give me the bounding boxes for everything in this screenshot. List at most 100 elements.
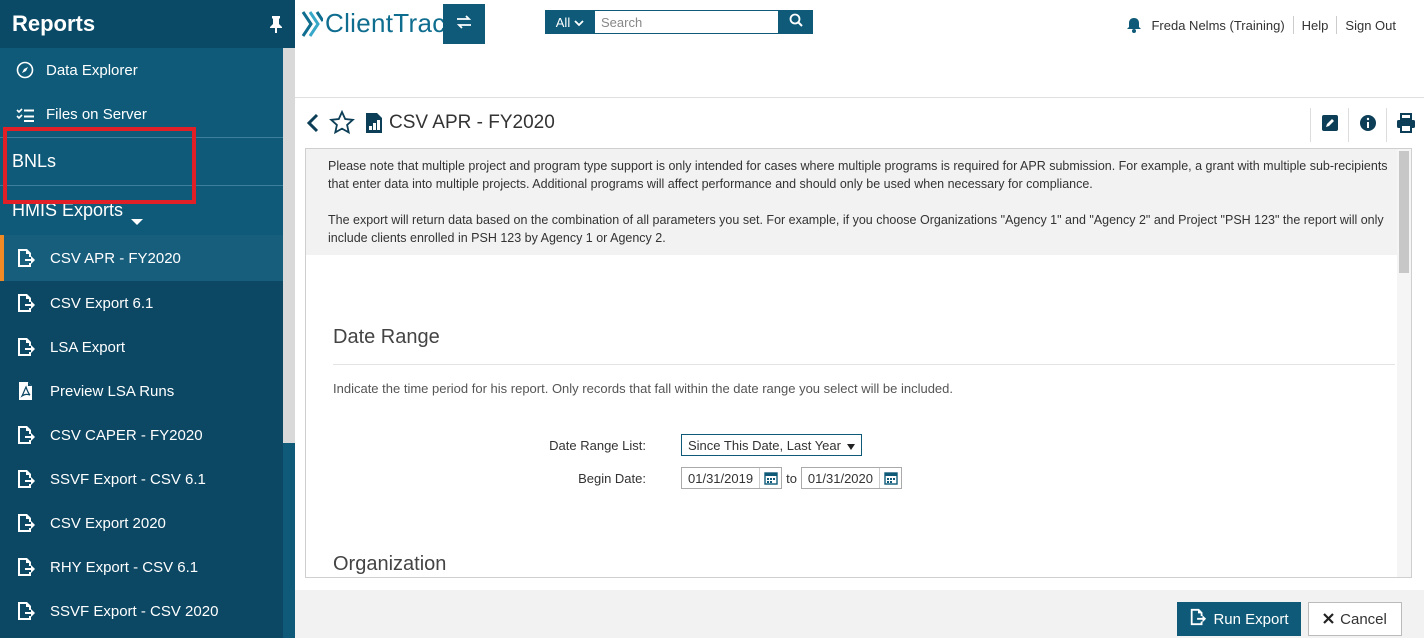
- sidebar-item-csv-export-6-1[interactable]: CSV Export 6.1: [0, 281, 283, 325]
- back-chevron-icon[interactable]: [303, 111, 323, 135]
- bell-icon[interactable]: [1127, 17, 1142, 33]
- print-button[interactable]: [1386, 108, 1424, 142]
- page-header: CSV APR - FY2020: [295, 98, 1424, 148]
- sidebar-header: Reports: [0, 0, 295, 48]
- divider: [1336, 16, 1338, 34]
- sidebar-item-label: CSV Export 2020: [50, 514, 166, 532]
- sidebar-item-preview-lsa-runs[interactable]: Preview LSA Runs: [0, 369, 283, 413]
- logo-text: ClientTrack: [325, 8, 459, 38]
- user-name-link[interactable]: Freda Nelms (Training): [1151, 18, 1284, 33]
- compass-icon: [14, 59, 36, 81]
- sidebar-item-data-explorer[interactable]: Data Explorer: [0, 48, 295, 92]
- end-date-field[interactable]: 01/31/2020: [800, 467, 902, 489]
- sidebar-item-rhy-export-csv-6-1[interactable]: RHY Export - CSV 6.1: [0, 545, 283, 589]
- sidebar: Reports Data Explorer Files on Server BN…: [0, 0, 295, 638]
- cancel-label: Cancel: [1340, 610, 1387, 628]
- scrollbar-thumb[interactable]: [1399, 151, 1409, 273]
- date-range-list-row: Date Range List: Since This Date, Last Y…: [306, 434, 862, 456]
- file-export-icon: [16, 292, 38, 314]
- search-button[interactable]: [779, 10, 813, 34]
- print-icon: [1396, 112, 1416, 138]
- begin-date-value: 01/31/2019: [688, 470, 754, 486]
- file-export-icon: [16, 468, 38, 490]
- run-export-button[interactable]: Run Export: [1177, 602, 1301, 636]
- sign-out-link[interactable]: Sign Out: [1345, 18, 1396, 33]
- file-export-icon: [16, 247, 38, 269]
- clienttrack-logo[interactable]: ClientTrack: [299, 8, 459, 39]
- sidebar-item-csv-export-2020[interactable]: CSV Export 2020: [0, 501, 283, 545]
- sidebar-item-label: SSVF Export - CSV 2020: [50, 602, 219, 620]
- calendar-icon[interactable]: [759, 468, 781, 488]
- date-range-list-select[interactable]: Since This Date, Last Year: [681, 434, 862, 456]
- selected-value: Since This Date, Last Year: [688, 437, 841, 453]
- edit-icon: [1321, 114, 1339, 137]
- close-icon: [1323, 611, 1334, 628]
- sidebar-item-label: LSA Export: [50, 338, 126, 356]
- sidebar-scrollbar[interactable]: [283, 48, 295, 443]
- begin-date-field[interactable]: 01/31/2019: [681, 467, 783, 489]
- logo-mark-icon: [299, 9, 325, 39]
- begin-date-label: Begin Date:: [578, 470, 646, 486]
- sidebar-item-ssvf-export-csv-6-1[interactable]: SSVF Export - CSV 6.1: [0, 457, 283, 501]
- sidebar-title: Reports: [12, 11, 96, 36]
- sidebar-item-csv-caper-fy2020[interactable]: CSV CAPER - FY2020: [0, 413, 283, 457]
- sidebar-item-label: CSV CAPER - FY2020: [50, 426, 203, 444]
- caret-down-icon: [131, 219, 143, 225]
- caret-down-icon: [846, 438, 855, 453]
- sidebar-item-label: Data Explorer: [46, 61, 138, 79]
- search-icon: [789, 13, 803, 32]
- file-export-icon: [16, 424, 38, 446]
- sidebar-item-label: SSVF Export - CSV 6.1: [50, 470, 206, 488]
- to-label: to: [786, 470, 797, 486]
- switch-workgroup-button[interactable]: [443, 4, 485, 44]
- action-footer: Run Export Cancel: [295, 590, 1424, 638]
- sidebar-item-label: CSV Export 6.1: [50, 294, 154, 312]
- date-range-description: Indicate the time period for his report.…: [333, 381, 953, 396]
- notice-box: Please note that multiple project and pr…: [306, 149, 1411, 255]
- annotation-highlight-box: [3, 127, 196, 204]
- content-scrollbar[interactable]: [1397, 149, 1411, 577]
- sidebar-item-label: RHY Export - CSV 6.1: [50, 558, 199, 576]
- subheader-strip: [295, 48, 1424, 98]
- date-range-list-label: Date Range List:: [549, 437, 646, 453]
- info-button[interactable]: [1348, 108, 1386, 142]
- swap-arrows-icon: [455, 14, 473, 35]
- page-actions: [1310, 108, 1424, 142]
- sidebar-item-lsa-export[interactable]: LSA Export: [0, 325, 283, 369]
- file-export-icon: [16, 556, 38, 578]
- divider: [1292, 16, 1294, 34]
- hmis-export-list: CSV APR - FY2020 CSV Export 6.1 LSA Expo…: [0, 235, 283, 638]
- page-title: CSV APR - FY2020: [389, 112, 555, 133]
- calendar-icon[interactable]: [879, 468, 901, 488]
- end-date-value: 01/31/2020: [807, 470, 873, 486]
- top-bar: ClientTrack All Freda Nelms (Training) H…: [295, 0, 1424, 48]
- pdf-file-icon: [16, 380, 38, 402]
- sidebar-item-ssvf-export-csv-2020[interactable]: SSVF Export - CSV 2020: [0, 589, 283, 633]
- info-icon: [1359, 114, 1377, 137]
- date-range-heading: Date Range: [333, 326, 440, 348]
- file-export-icon: [16, 336, 38, 358]
- checklist-icon: [14, 104, 36, 126]
- edit-button[interactable]: [1310, 108, 1348, 142]
- notice-text-1: Please note that multiple project and pr…: [328, 159, 1388, 191]
- favorite-star-icon[interactable]: [329, 109, 357, 137]
- organization-heading: Organization: [333, 553, 447, 575]
- file-export-icon: [16, 512, 38, 534]
- sidebar-item-label: Files on Server: [46, 106, 147, 123]
- search-input[interactable]: [595, 10, 779, 34]
- report-doc-icon: [365, 112, 383, 134]
- pin-icon[interactable]: [269, 15, 283, 34]
- sidebar-item-csv-apr-fy2020[interactable]: CSV APR - FY2020: [0, 235, 283, 281]
- search-scope-dropdown[interactable]: All: [545, 10, 595, 34]
- help-link[interactable]: Help: [1302, 18, 1329, 33]
- section-divider: [333, 364, 1395, 365]
- file-export-icon: [1189, 608, 1207, 630]
- user-area: Freda Nelms (Training) Help Sign Out: [1127, 16, 1396, 34]
- file-export-icon: [16, 600, 38, 622]
- cancel-button[interactable]: Cancel: [1308, 602, 1402, 636]
- search-bar: All: [545, 10, 813, 34]
- report-parameters-panel: Please note that multiple project and pr…: [305, 148, 1412, 578]
- notice-text-2: The export will return data based on the…: [328, 213, 1384, 245]
- sidebar-item-label: Preview LSA Runs: [50, 382, 175, 400]
- begin-date-row: Begin Date: 01/31/2019 to 01/31/2020: [306, 467, 902, 489]
